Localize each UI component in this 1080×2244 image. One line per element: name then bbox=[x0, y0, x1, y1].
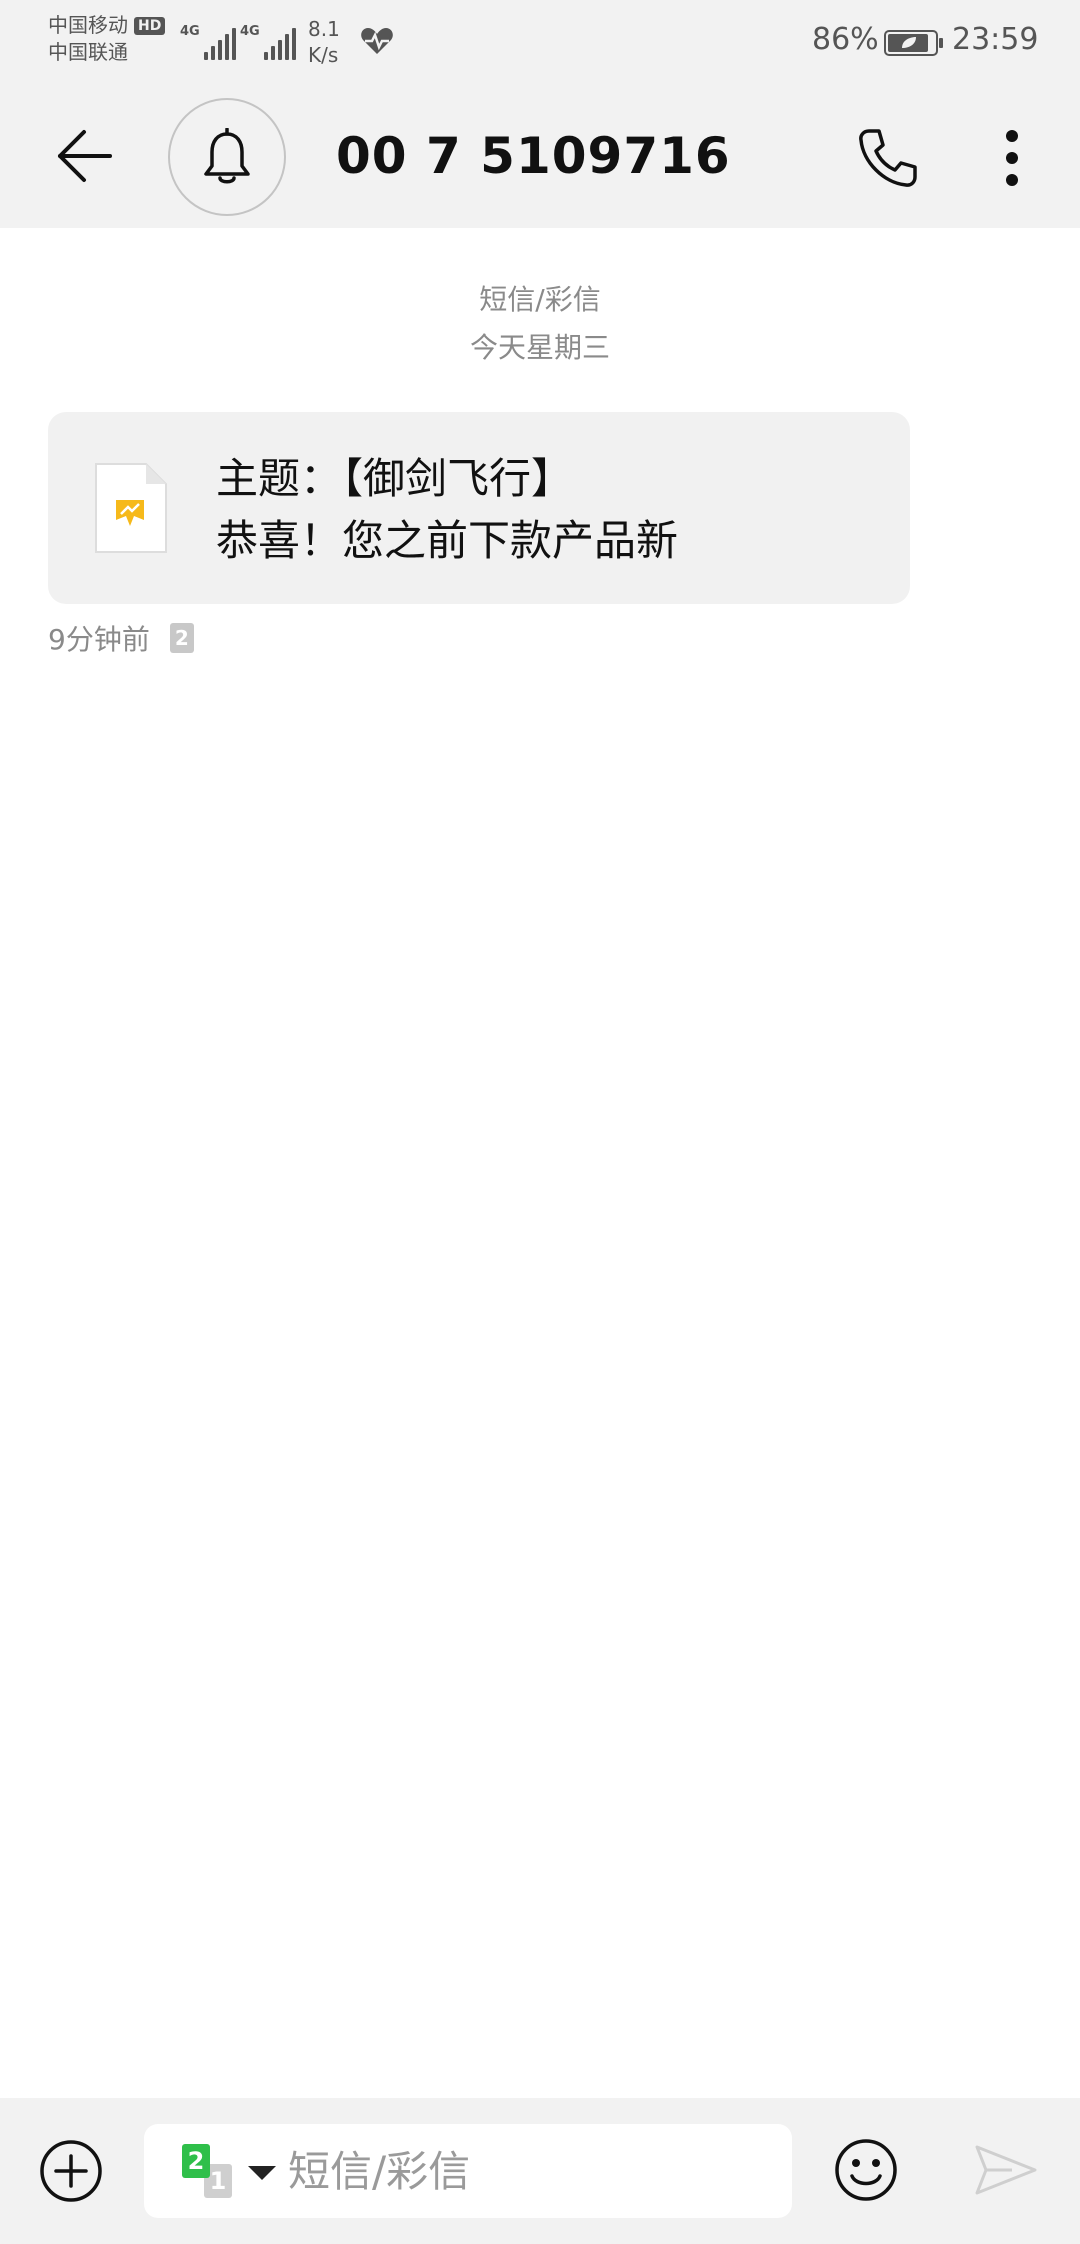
more-vert-icon bbox=[1006, 130, 1018, 186]
network-speed-value: 8.1 bbox=[308, 17, 340, 41]
status-bar: 中国移动 HD 中国联通 4G 4G 8.1 K/s 86% 23:59 bbox=[0, 0, 1080, 86]
sim-active-badge: 2 bbox=[182, 2144, 210, 2178]
heart-rate-icon bbox=[360, 26, 394, 56]
message-meta: 9分钟前 2 bbox=[48, 620, 194, 656]
message-input[interactable] bbox=[286, 2134, 776, 2208]
signal-1-label: 4G bbox=[180, 24, 200, 39]
carrier-2-label: 中国联通 bbox=[48, 40, 128, 64]
status-clock: 23:59 bbox=[952, 22, 1039, 57]
network-speed: 8.1 K/s bbox=[308, 16, 340, 68]
date-label: 今天星期三 bbox=[469, 331, 610, 364]
sim-switch-button[interactable]: 2 1 bbox=[182, 2144, 282, 2200]
compose-bar: 2 1 bbox=[0, 2098, 1080, 2244]
carrier-1-label: 中国移动 bbox=[48, 13, 128, 37]
phone-icon bbox=[859, 129, 917, 187]
emoji-button[interactable] bbox=[830, 2134, 902, 2206]
add-circle-icon bbox=[40, 2140, 102, 2202]
network-speed-unit: K/s bbox=[308, 43, 339, 67]
back-arrow-icon bbox=[58, 130, 112, 182]
signal-2-icon: 4G bbox=[240, 20, 299, 60]
call-button[interactable] bbox=[846, 116, 930, 200]
sim-slot-badge: 2 bbox=[169, 623, 194, 653]
signal-1-icon: 4G bbox=[180, 20, 239, 60]
battery-percent: 86% bbox=[812, 22, 879, 57]
thread-meta: 短信/彩信 今天星期三 bbox=[0, 276, 1080, 372]
back-button[interactable] bbox=[44, 116, 124, 196]
conversation-header: 00 7 5109716 bbox=[0, 86, 1080, 228]
carrier-info: 中国移动 HD 中国联通 bbox=[48, 12, 188, 66]
message-line-1: 主题：【御剑飞行】 bbox=[216, 454, 574, 503]
message-text: 主题：【御剑飞行】 恭喜！您之前下款产品新 bbox=[216, 448, 678, 572]
send-icon bbox=[975, 2145, 1037, 2195]
battery-icon bbox=[884, 30, 944, 56]
contact-avatar-button[interactable] bbox=[168, 98, 286, 216]
message-bubble[interactable]: 主题：【御剑飞行】 恭喜！您之前下款产品新 bbox=[48, 412, 910, 604]
hd-badge: HD bbox=[134, 16, 166, 35]
emoji-icon bbox=[835, 2139, 897, 2201]
more-options-button[interactable] bbox=[982, 116, 1042, 200]
signal-2-label: 4G bbox=[240, 24, 260, 39]
compose-field: 2 1 bbox=[144, 2124, 792, 2218]
bell-icon bbox=[204, 128, 250, 184]
send-button[interactable] bbox=[970, 2134, 1042, 2206]
contact-title: 00 7 5109716 bbox=[336, 127, 731, 185]
add-attachment-button[interactable] bbox=[38, 2138, 104, 2204]
mms-image-file-icon[interactable] bbox=[94, 462, 168, 554]
message-type-label: 短信/彩信 bbox=[479, 283, 601, 316]
message-time: 9分钟前 bbox=[48, 623, 150, 656]
message-line-2: 恭喜！您之前下款产品新 bbox=[216, 516, 679, 565]
dropdown-caret-icon bbox=[248, 2166, 276, 2180]
